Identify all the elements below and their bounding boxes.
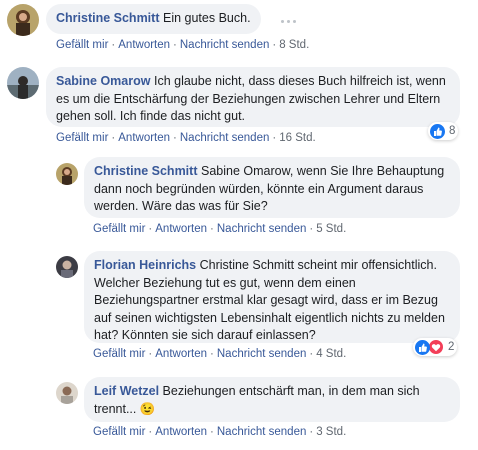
comment-bubble: Sabine Omarow Ich glaube nicht, dass die…	[46, 67, 460, 127]
comment-author[interactable]: Christine Schmitt	[56, 11, 160, 25]
like-link[interactable]: Gefällt mir	[93, 426, 145, 438]
reply-link[interactable]: Antworten	[155, 348, 207, 360]
comment-text: Ein gutes Buch.	[162, 11, 251, 25]
like-link[interactable]: Gefällt mir	[93, 223, 145, 235]
comment-author[interactable]: Sabine Omarow	[56, 74, 150, 88]
reply-actions: Gefällt mir · Antworten · Nachricht senden · 4…	[93, 348, 347, 360]
reply-bubble: Florian Heinrichs Christine Schmitt sche…	[84, 251, 460, 343]
reply-actions: Gefällt mir · Antworten · Nachricht senden · 3…	[93, 426, 347, 438]
reply-bubble: Christine Schmitt Sabine Omarow, wenn Si…	[84, 157, 460, 218]
more-options-icon[interactable]	[281, 16, 301, 26]
reactions-summary[interactable]: 2	[413, 338, 458, 356]
reactions-summary[interactable]: 8	[428, 122, 459, 140]
reply-author[interactable]: Leif Wetzel	[94, 384, 159, 398]
comment-actions: Gefällt mir · Antworten · Nachricht senden · 8…	[56, 39, 310, 51]
avatar[interactable]	[7, 4, 39, 36]
send-message-link[interactable]: Nachricht senden	[180, 132, 270, 144]
like-icon	[430, 123, 445, 139]
reply-author[interactable]: Christine Schmitt	[94, 164, 198, 178]
send-message-link[interactable]: Nachricht senden	[217, 426, 307, 438]
like-link[interactable]: Gefällt mir	[93, 348, 145, 360]
reaction-count: 8	[449, 125, 456, 137]
timestamp[interactable]: 16 Std.	[279, 132, 315, 144]
reply-link[interactable]: Antworten	[155, 426, 207, 438]
timestamp[interactable]: 3 Std.	[316, 426, 346, 438]
send-message-link[interactable]: Nachricht senden	[217, 348, 307, 360]
avatar[interactable]	[56, 163, 78, 185]
like-icon	[415, 339, 430, 355]
reply-bubble: Leif Wetzel Beziehungen entschärft man, …	[84, 377, 460, 422]
timestamp[interactable]: 8 Std.	[279, 39, 309, 51]
timestamp[interactable]: 4 Std.	[316, 348, 346, 360]
reply-link[interactable]: Antworten	[118, 39, 170, 51]
send-message-link[interactable]: Nachricht senden	[180, 39, 270, 51]
timestamp[interactable]: 5 Std.	[316, 223, 346, 235]
avatar[interactable]	[56, 382, 78, 404]
comment-actions: Gefällt mir · Antworten · Nachricht senden · 1…	[56, 132, 316, 144]
like-link[interactable]: Gefällt mir	[56, 132, 108, 144]
reply-link[interactable]: Antworten	[155, 223, 207, 235]
avatar[interactable]	[7, 67, 39, 99]
reaction-count: 2	[448, 341, 455, 353]
send-message-link[interactable]: Nachricht senden	[217, 223, 307, 235]
like-link[interactable]: Gefällt mir	[56, 39, 108, 51]
love-icon	[428, 339, 444, 355]
wink-emoji-icon: 😉	[139, 401, 156, 416]
reply-actions: Gefällt mir · Antworten · Nachricht senden · 5…	[93, 223, 347, 235]
reply-link[interactable]: Antworten	[118, 132, 170, 144]
reply-author[interactable]: Florian Heinrichs	[94, 258, 196, 272]
avatar[interactable]	[56, 256, 78, 278]
comment-bubble: Christine Schmitt Ein gutes Buch.	[46, 4, 261, 34]
